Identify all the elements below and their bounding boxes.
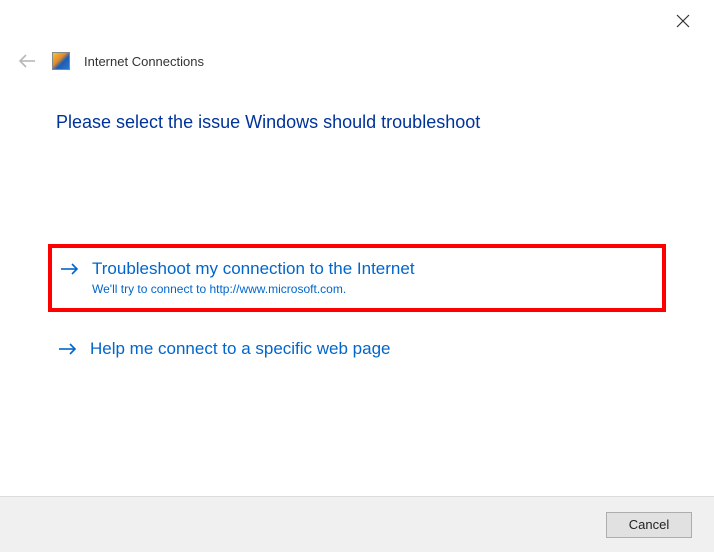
option-troubleshoot-internet[interactable]: Troubleshoot my connection to the Intern… (48, 244, 666, 312)
options-list: Troubleshoot my connection to the Intern… (48, 244, 666, 372)
option-text: Troubleshoot my connection to the Intern… (92, 258, 654, 296)
option-text: Help me connect to a specific web page (90, 338, 656, 360)
arrow-right-icon (60, 261, 80, 277)
arrow-right-icon (58, 341, 78, 357)
option-title: Troubleshoot my connection to the Intern… (92, 258, 654, 280)
cancel-button[interactable]: Cancel (606, 512, 692, 538)
page-heading: Please select the issue Windows should t… (56, 112, 480, 133)
option-specific-webpage[interactable]: Help me connect to a specific web page (48, 326, 666, 372)
wizard-header: Internet Connections (16, 50, 204, 72)
back-arrow-icon[interactable] (16, 50, 38, 72)
wizard-title: Internet Connections (84, 54, 204, 69)
option-title: Help me connect to a specific web page (90, 338, 656, 360)
wizard-footer: Cancel (0, 496, 714, 552)
option-subtitle: We'll try to connect to http://www.micro… (92, 282, 654, 296)
close-button[interactable] (676, 14, 692, 30)
troubleshooter-icon (52, 52, 70, 70)
